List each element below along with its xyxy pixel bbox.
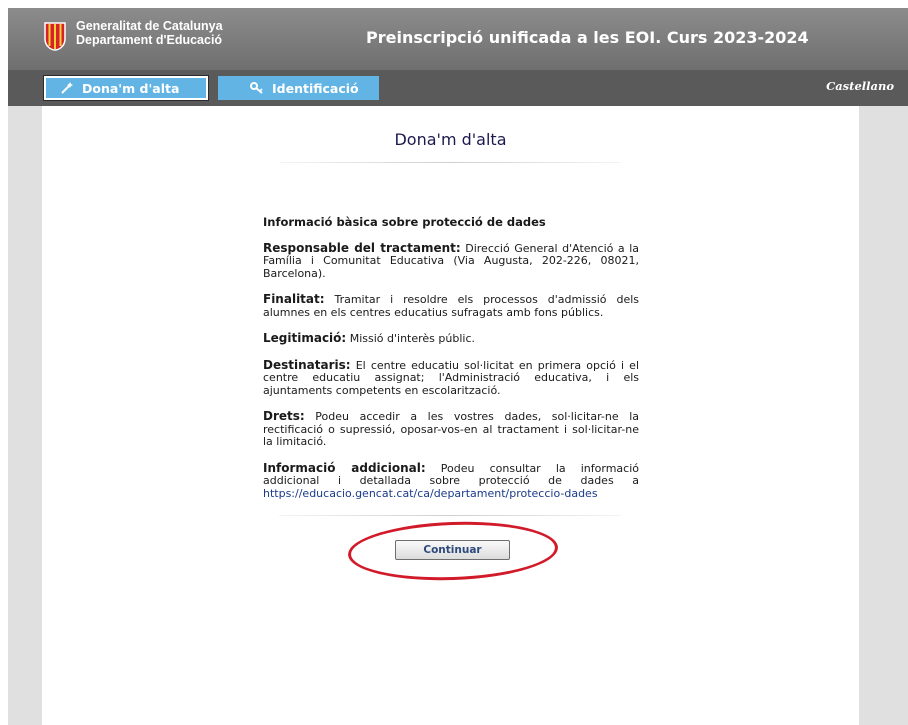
info-label: Finalitat: xyxy=(263,292,325,306)
key-icon xyxy=(250,82,263,94)
generalitat-logo-icon xyxy=(44,22,66,51)
info-additional: Informació addicional: Podeu consultar l… xyxy=(263,460,639,501)
info-label: Legitimació: xyxy=(263,331,347,345)
info-rights: Drets: Podeu accedir a les vostres dades… xyxy=(263,410,639,449)
info-text: Podeu accedir a les vostres dades, sol·l… xyxy=(263,410,639,448)
divider xyxy=(279,162,621,163)
tab-label: Dona'm d'alta xyxy=(82,80,180,96)
info-legitimation: Legitimació: Missió d'interès públic. xyxy=(263,332,639,346)
info-recipients: Destinataris: El centre educatiu sol·lic… xyxy=(263,357,639,398)
header-bar: Generalitat de Catalunya Departament d'E… xyxy=(8,8,908,70)
magic-wand-icon xyxy=(61,82,73,94)
info-responsible: Responsable del tractament: Direcció Gen… xyxy=(263,240,639,281)
info-heading: Informació bàsica sobre protecció de dad… xyxy=(263,215,546,229)
tab-identificacio[interactable]: Identificació xyxy=(218,76,379,100)
info-purpose: Finalitat: Tramitar i resoldre els proce… xyxy=(263,293,639,319)
page-title: Dona'm d'alta xyxy=(394,130,507,149)
tab-dona-m-d-alta[interactable]: Dona'm d'alta xyxy=(44,76,208,100)
app-title: Preinscripció unificada a les EOI. Curs … xyxy=(366,28,809,47)
info-label: Drets: xyxy=(263,409,305,423)
organization-name: Generalitat de Catalunya Departament d'E… xyxy=(76,19,223,47)
divider xyxy=(279,515,621,516)
page-frame: Generalitat de Catalunya Departament d'E… xyxy=(8,8,908,725)
data-protection-link[interactable]: https://educacio.gencat.cat/ca/departame… xyxy=(263,487,598,500)
data-protection-info: Informació bàsica sobre protecció de dad… xyxy=(263,216,639,513)
nav-bar: Dona'm d'alta Identificació xyxy=(8,70,908,106)
info-label: Informació addicional: xyxy=(263,460,426,475)
info-label: Destinataris: xyxy=(263,357,351,372)
tab-label: Identificació xyxy=(272,80,359,96)
info-label: Responsable del tractament: xyxy=(263,240,461,255)
main-content: Dona'm d'alta Informació bàsica sobre pr… xyxy=(42,106,859,725)
org-line-2: Departament d'Educació xyxy=(76,33,223,47)
org-line-1: Generalitat de Catalunya xyxy=(76,19,223,33)
continue-button[interactable]: Continuar xyxy=(395,540,510,560)
info-text: Missió d'interès públic. xyxy=(346,332,475,345)
language-link[interactable]: Castellano xyxy=(826,79,894,93)
